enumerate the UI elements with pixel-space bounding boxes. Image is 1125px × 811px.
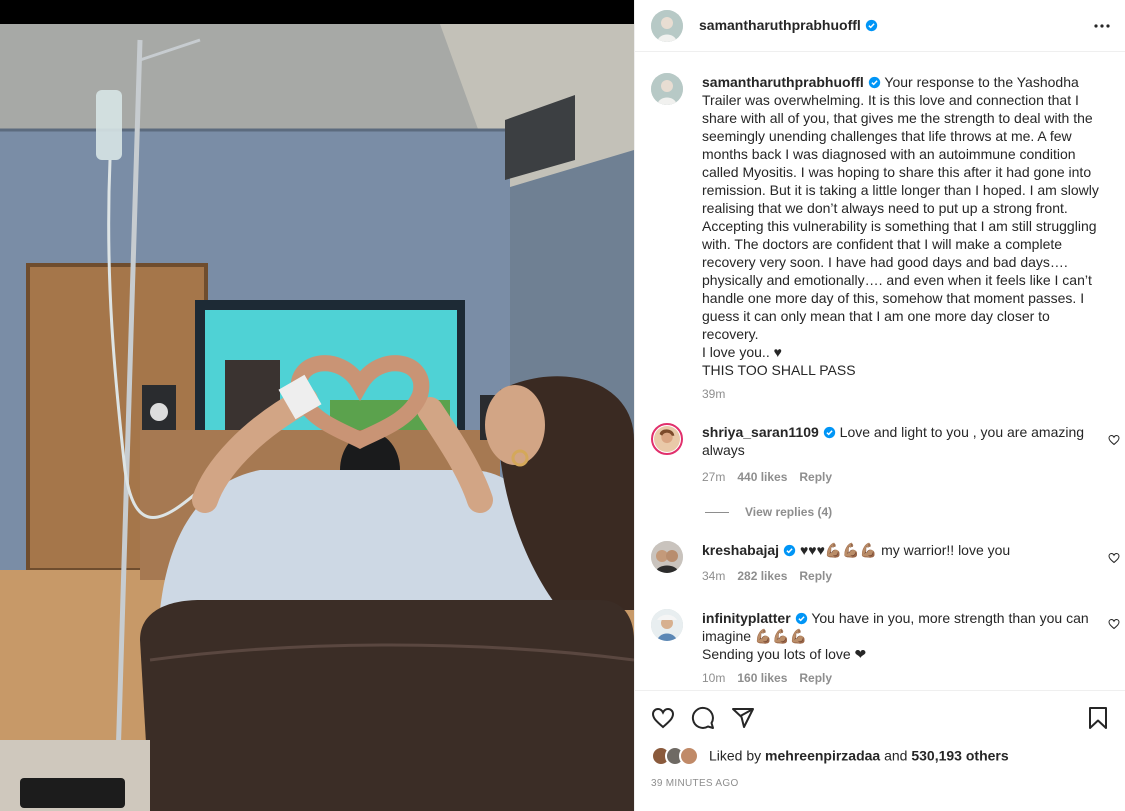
like-comment-heart-icon[interactable] <box>1108 552 1120 564</box>
commenter-username[interactable]: infinityplatter <box>702 610 791 626</box>
comment-time[interactable]: 27m <box>702 470 725 484</box>
comment-meta: 27m 440 likes Reply <box>702 470 844 484</box>
share-icon[interactable] <box>731 706 755 730</box>
verified-badge-icon <box>823 426 835 439</box>
comments-section[interactable]: samantharuthprabhuoffl Your response to … <box>635 53 1125 689</box>
author-username-header[interactable]: samantharuthprabhuoffl <box>699 17 878 33</box>
replies-divider <box>705 512 729 514</box>
comment-text: shriya_saran1109 Love and light to you ,… <box>702 423 1097 459</box>
comment-icon[interactable] <box>691 706 715 730</box>
liked-by-row: Liked by mehreenpirzadaa and 530,193 oth… <box>651 746 1009 768</box>
view-replies-label[interactable]: View replies (4) <box>745 505 832 519</box>
comment-likes[interactable]: 440 likes <box>737 470 787 484</box>
comment-body: ♥♥♥💪🏽💪🏽💪🏽 my warrior!! love you <box>799 542 1011 558</box>
liked-by-others[interactable]: 530,193 others <box>911 748 1008 764</box>
more-options-icon[interactable] <box>1090 14 1114 38</box>
comment-likes[interactable]: 160 likes <box>737 671 787 685</box>
reply-button[interactable]: Reply <box>799 671 832 685</box>
view-replies-button[interactable]: View replies (4) <box>705 505 832 519</box>
post-side-panel: samantharuthprabhuoffl samantharuthprabh… <box>634 0 1125 811</box>
comment-likes[interactable]: 282 likes <box>737 569 787 583</box>
commenter-username[interactable]: kreshabajaj <box>702 542 779 558</box>
comment-meta: 10m 160 likes Reply <box>702 671 844 685</box>
verified-badge-icon <box>795 612 807 625</box>
comment-time[interactable]: 10m <box>702 671 725 685</box>
post-timestamp[interactable]: 39 MINUTES AGO <box>651 778 739 789</box>
reply-button[interactable]: Reply <box>799 470 832 484</box>
bookmark-icon[interactable] <box>1086 706 1110 730</box>
caption-timestamp[interactable]: 39m <box>702 387 725 401</box>
liked-by-avatars[interactable] <box>651 746 703 768</box>
verified-badge-icon <box>783 544 796 557</box>
post-caption: samantharuthprabhuoffl Your response to … <box>702 73 1107 379</box>
studio-photo-illustration <box>0 24 634 811</box>
like-comment-heart-icon[interactable] <box>1108 434 1120 446</box>
verified-badge-icon <box>865 19 877 32</box>
post-header: samantharuthprabhuoffl <box>635 0 1125 52</box>
author-username[interactable]: samantharuthprabhuoffl <box>699 17 861 33</box>
comment-meta: 34m 282 likes Reply <box>702 569 844 583</box>
caption-username[interactable]: samantharuthprabhuoffl <box>702 74 864 90</box>
liked-by-prefix: Liked by <box>709 747 762 764</box>
liked-by-user[interactable]: mehreenpirzadaa <box>765 748 880 764</box>
liked-by-and: and <box>884 747 908 764</box>
comment-text: infinityplatter You have in you, more st… <box>702 609 1097 663</box>
commenter-avatar[interactable] <box>651 541 683 573</box>
comment-text: kreshabajaj ♥♥♥💪🏽💪🏽💪🏽 my warrior!! love … <box>702 541 1097 559</box>
comment-body-line2: Sending you lots of love ❤ <box>702 646 867 662</box>
commenter-avatar[interactable] <box>651 423 683 455</box>
heart-icon[interactable] <box>651 706 675 730</box>
caption-author-avatar[interactable] <box>651 73 683 105</box>
verified-badge-icon <box>868 76 880 89</box>
reply-button[interactable]: Reply <box>799 569 832 583</box>
liker-avatar <box>679 746 699 766</box>
comment-time[interactable]: 34m <box>702 569 725 583</box>
commenter-avatar[interactable] <box>651 609 683 641</box>
post-photo[interactable] <box>0 0 634 811</box>
commenter-username[interactable]: shriya_saran1109 <box>702 424 819 440</box>
caption-text: Your response to the Yashodha Trailer wa… <box>702 74 1099 378</box>
post-actions-bar: Liked by mehreenpirzadaa and 530,193 oth… <box>635 690 1125 811</box>
like-comment-heart-icon[interactable] <box>1108 618 1120 630</box>
author-avatar[interactable] <box>651 10 683 42</box>
